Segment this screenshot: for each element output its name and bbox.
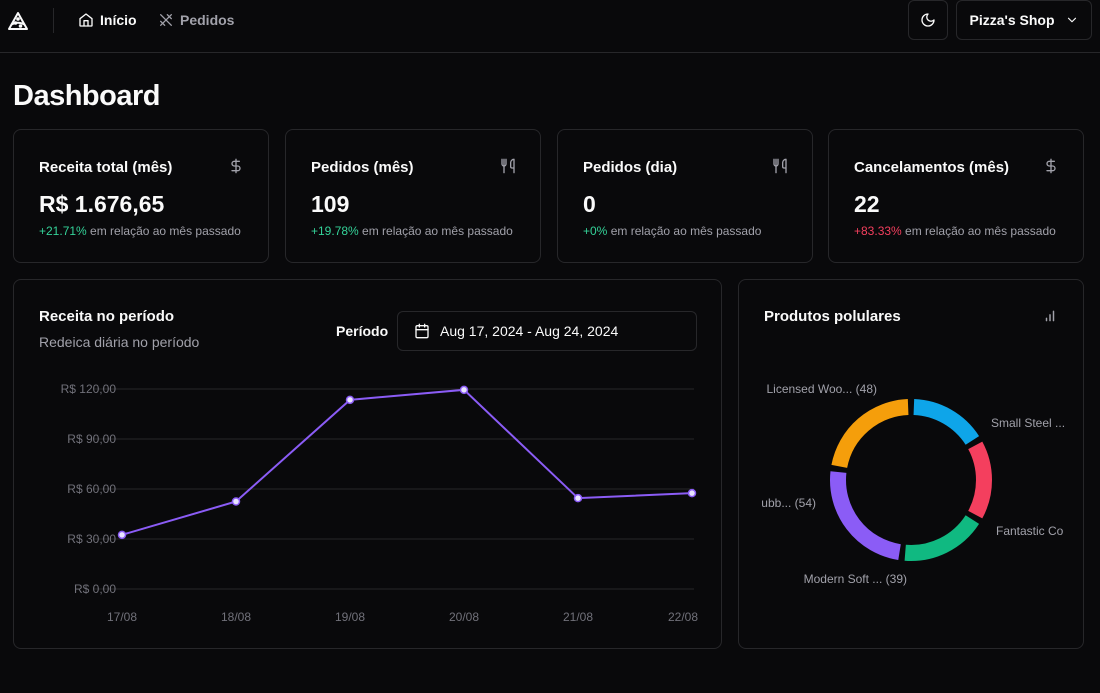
stat-card-pedidos-mes: Pedidos (mês) 109 +19.78% em relação ao … xyxy=(285,129,541,263)
stat-change: +19.78% xyxy=(311,224,359,238)
donut-slice xyxy=(904,514,980,561)
stat-footnote: +0% em relação ao mês passado xyxy=(583,224,761,238)
header-separator xyxy=(53,8,54,33)
donut-slice xyxy=(913,399,980,446)
slice-label: ubb... (54) xyxy=(761,496,816,510)
y-tick-label: R$ 120,00 xyxy=(61,382,117,396)
series-line xyxy=(121,388,693,536)
stat-note: em relação ao mês passado xyxy=(901,224,1056,238)
stat-value: 0 xyxy=(583,191,596,217)
utensils-icon xyxy=(160,14,172,26)
x-tick-label: 20/08 xyxy=(449,610,479,624)
revenue-card: Receita no período Redeica diária no per… xyxy=(13,279,722,649)
top-header: Início Pedidos Pizza's Shop xyxy=(0,0,1100,53)
nav-pedidos[interactable]: Pedidos xyxy=(158,10,234,30)
stat-change: +83.33% xyxy=(854,224,902,238)
data-point xyxy=(687,488,697,498)
stat-title: Pedidos (dia) xyxy=(583,159,678,176)
page-title: Dashboard xyxy=(13,80,160,112)
donut-slice xyxy=(830,471,902,560)
donut-slice xyxy=(831,399,909,469)
data-point xyxy=(459,385,469,395)
popular-products-donut: Small Steel ... Fantastic Co Modern Soft .… xyxy=(761,382,1065,586)
theme-toggle-button[interactable] xyxy=(908,0,948,40)
popular-products-card: Produtos polulares Small Steel ... Fantas… xyxy=(738,279,1084,649)
stat-title: Cancelamentos (mês) xyxy=(854,159,1010,176)
stat-footnote: +21.71% em relação ao mês passado xyxy=(39,224,241,238)
stat-value: R$ 1.676,65 xyxy=(39,191,165,217)
stat-change: +21.71% xyxy=(39,224,87,238)
y-tick-label: R$ 0,00 xyxy=(74,582,116,596)
stat-value: 22 xyxy=(854,191,880,217)
stat-title: Receita total (mês) xyxy=(39,159,173,176)
donut-slice xyxy=(968,441,992,519)
x-tick-label: 21/08 xyxy=(563,610,593,624)
utensils-icon xyxy=(501,158,515,174)
stat-note: em relação ao mês passado xyxy=(358,224,513,238)
stat-note: em relação ao mês passado xyxy=(86,224,241,238)
slice-label: Fantastic Co xyxy=(996,524,1064,538)
stat-card-receita: Receita total (mês) R$ 1.676,65 +21.71% … xyxy=(13,129,269,263)
home-icon xyxy=(79,13,93,27)
data-point xyxy=(231,497,241,506)
y-tick-label: R$ 90,00 xyxy=(67,432,116,446)
slice-label: Small Steel ... xyxy=(991,416,1065,430)
shop-menu-button[interactable]: Pizza's Shop xyxy=(956,0,1092,40)
data-point xyxy=(573,493,583,503)
shop-name: Pizza's Shop xyxy=(969,12,1055,28)
stat-footnote: +19.78% em relação ao mês passado xyxy=(311,224,513,238)
nav-inicio-label: Início xyxy=(100,12,137,28)
dollar-icon xyxy=(1046,158,1056,174)
chevron-down-icon xyxy=(1067,17,1076,23)
slice-label: Licensed Woo... (48) xyxy=(766,382,877,396)
nav-pedidos-label: Pedidos xyxy=(180,12,235,28)
x-tick-label: 19/08 xyxy=(335,610,365,624)
y-tick-label: R$ 60,00 xyxy=(67,482,116,496)
stat-note: em relação ao mês passado xyxy=(607,224,762,238)
revenue-line-chart: R$ 0,00 R$ 30,00 R$ 60,00 R$ 90,00 R$ 120,00… xyxy=(61,382,699,624)
data-point xyxy=(117,530,127,540)
data-point xyxy=(345,395,355,405)
x-tick-label: 18/08 xyxy=(221,610,251,624)
stat-footnote: +83.33% em relação ao mês passado xyxy=(854,224,1056,238)
dollar-icon xyxy=(231,158,241,174)
stat-card-pedidos-dia: Pedidos (dia) 0 +0% em relação ao mês pa… xyxy=(557,129,813,263)
stat-change: +0% xyxy=(583,224,608,238)
slice-label: Modern Soft ... (39) xyxy=(804,572,907,586)
pizza-icon[interactable] xyxy=(6,9,30,33)
moon-icon xyxy=(921,13,935,27)
x-tick-label: 22/08 xyxy=(668,610,698,624)
utensils-icon xyxy=(773,158,787,174)
x-tick-label: 17/08 xyxy=(107,610,137,624)
stat-card-cancelamentos: Cancelamentos (mês) 22 +83.33% em relaçã… xyxy=(828,129,1084,263)
nav-inicio[interactable]: Início xyxy=(78,10,137,30)
stat-value: 109 xyxy=(311,191,350,217)
y-tick-label: R$ 30,00 xyxy=(67,532,116,546)
stat-title: Pedidos (mês) xyxy=(311,159,414,176)
